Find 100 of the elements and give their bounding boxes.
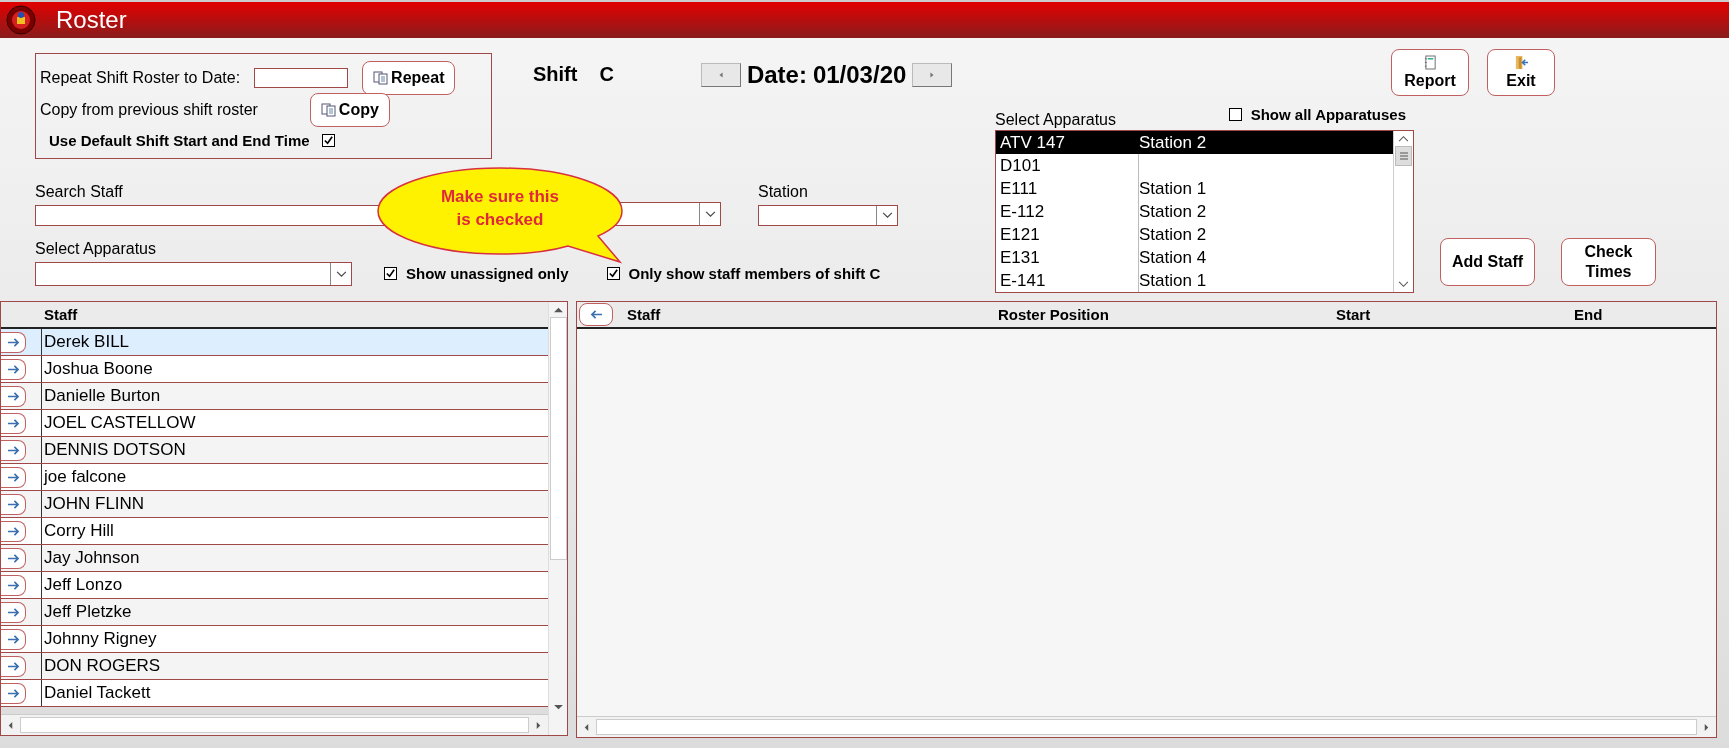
- table-cell-text: Corry Hill: [43, 521, 114, 541]
- add-arrow-button[interactable]: [1, 601, 26, 623]
- horizontal-scrollbar[interactable]: [1, 714, 548, 735]
- add-arrow-button[interactable]: [1, 574, 26, 596]
- unassigned-label: Show unassigned only: [406, 265, 569, 282]
- apparatus-list-label: Select Apparatus: [995, 111, 1116, 129]
- remove-arrow-button[interactable]: [579, 303, 613, 326]
- chevron-down-icon: [335, 270, 347, 278]
- date-value: 01/03/20: [812, 61, 907, 89]
- right-arrow-icon: [6, 687, 20, 699]
- add-arrow-button[interactable]: [1, 412, 26, 434]
- apparatus-item[interactable]: D101: [996, 154, 1393, 177]
- table-cell-text: JOHN FLINN: [43, 494, 145, 514]
- add-arrow-button[interactable]: [1, 682, 26, 704]
- shift-value: C: [599, 63, 614, 86]
- staff-row[interactable]: Derek BILL: [1, 329, 548, 356]
- table-cell: joe falcone: [42, 467, 127, 487]
- table-cell-text: Jay Johnson: [43, 548, 140, 568]
- table-cell-text: Daniel Tackett: [43, 683, 151, 703]
- apparatus-item[interactable]: ATV 147 Station 2: [996, 131, 1393, 154]
- add-arrow-button[interactable]: [1, 385, 26, 407]
- scroll-thumb[interactable]: [549, 317, 567, 560]
- right-arrow-icon: [6, 498, 20, 510]
- table-cell-text: Jeff Lonzo: [43, 575, 123, 595]
- check-times-button[interactable]: Check Times: [1561, 238, 1656, 286]
- right-arrow-icon: [6, 363, 20, 375]
- previous-date-button[interactable]: [700, 63, 741, 87]
- staff-row[interactable]: joe falcone: [1, 464, 548, 491]
- table-cell-text: Danielle Burton: [43, 386, 161, 406]
- report-button[interactable]: Report: [1391, 49, 1469, 96]
- right-arrow-icon: [6, 390, 20, 402]
- scroll-thumb[interactable]: [1395, 146, 1412, 166]
- documents-icon: [373, 71, 390, 85]
- door-exit-icon: [1513, 55, 1529, 70]
- down-triangle-icon: [552, 704, 564, 711]
- table-cell-text: Derek BILL: [43, 332, 130, 352]
- table-cell-text: Joshua Boone: [43, 359, 153, 379]
- apparatus-item[interactable]: E-141 Station 1: [996, 269, 1393, 292]
- station-dropdown[interactable]: [758, 205, 898, 226]
- right-arrow-icon: [6, 417, 20, 429]
- left-arrow-icon: [589, 309, 603, 320]
- add-arrow-button[interactable]: [1, 439, 26, 461]
- documents-icon: [320, 103, 337, 117]
- right-arrow-icon: [6, 660, 20, 672]
- staff-row[interactable]: JOHN FLINN: [1, 491, 548, 518]
- add-arrow-button[interactable]: [1, 520, 26, 542]
- checkbox[interactable]: [321, 133, 335, 147]
- date-label: Date:: [746, 61, 807, 89]
- right-arrow-icon: [6, 525, 20, 537]
- right-arrow-icon: [6, 471, 20, 483]
- add-arrow-button[interactable]: [1, 547, 26, 569]
- right-arrow-icon: [6, 444, 20, 456]
- date-field[interactable]: [254, 68, 349, 88]
- checkbox[interactable]: [1228, 108, 1242, 121]
- checkbox[interactable]: [384, 267, 397, 280]
- right-arrow-icon: [6, 336, 20, 348]
- staff-row[interactable]: DENNIS DOTSON: [1, 437, 548, 464]
- staff-row[interactable]: Corry Hill: [1, 518, 548, 545]
- add-arrow-button[interactable]: [1, 466, 26, 488]
- add-arrow-button[interactable]: [1, 493, 26, 515]
- apparatus-item[interactable]: E-112 Station 2: [996, 200, 1393, 223]
- staff-row[interactable]: Johnny Rigney: [1, 626, 548, 653]
- station-label: Station: [758, 183, 809, 201]
- staff-row[interactable]: Danielle Burton: [1, 383, 548, 410]
- add-staff-button[interactable]: Add Staff: [1440, 238, 1535, 286]
- column-header: Start: [1335, 306, 1372, 323]
- window-title: Roster: [56, 6, 127, 34]
- staff-row[interactable]: Jay Johnson: [1, 545, 548, 572]
- notebook-icon: [1423, 55, 1437, 70]
- repeat-button[interactable]: Repeat: [362, 61, 456, 95]
- staff-row[interactable]: JOEL CASTELLOW: [1, 410, 548, 437]
- apparatus-dropdown[interactable]: [35, 262, 352, 286]
- right-arrow-icon: [6, 579, 20, 591]
- repeat-label: Repeat Shift Roster to Date:: [40, 69, 241, 87]
- add-arrow-button[interactable]: [1, 331, 26, 353]
- table-cell-text: Johnny Rigney: [43, 629, 157, 649]
- right-arrow-icon: [6, 552, 20, 564]
- add-arrow-button[interactable]: [1, 655, 26, 677]
- exit-button[interactable]: Exit: [1487, 49, 1555, 96]
- show-all-label: Show all Apparatuses: [1250, 106, 1406, 123]
- vertical-scrollbar[interactable]: [548, 302, 567, 735]
- apparatus-item[interactable]: E111 Station 1: [996, 177, 1393, 200]
- staff-row[interactable]: Daniel Tackett: [1, 680, 548, 707]
- copy-label: Copy from previous shift roster: [40, 101, 258, 119]
- add-arrow-button[interactable]: [1, 358, 26, 380]
- add-arrow-button[interactable]: [1, 628, 26, 650]
- apparatus-item[interactable]: E121 Station 2: [996, 223, 1393, 246]
- staff-row[interactable]: DON ROGERS: [1, 653, 548, 680]
- next-date-button[interactable]: [912, 63, 953, 87]
- staff-row[interactable]: Jeff Lonzo: [1, 572, 548, 599]
- checkbox[interactable]: [606, 267, 620, 280]
- horizontal-scrollbar[interactable]: [577, 716, 1716, 737]
- callout-text: Make sure this is checked: [439, 186, 561, 231]
- apparatus-label: Select Apparatus: [35, 240, 157, 258]
- staff-row[interactable]: Joshua Boone: [1, 356, 548, 383]
- search-staff-label: Search Staff: [35, 183, 124, 201]
- staff-row[interactable]: Jeff Pletzke: [1, 599, 548, 626]
- apparatus-item[interactable]: E131 Station 4: [996, 246, 1393, 269]
- copy-button[interactable]: Copy: [309, 93, 390, 127]
- shift-only-label: Only show staff members of shift C: [628, 265, 881, 282]
